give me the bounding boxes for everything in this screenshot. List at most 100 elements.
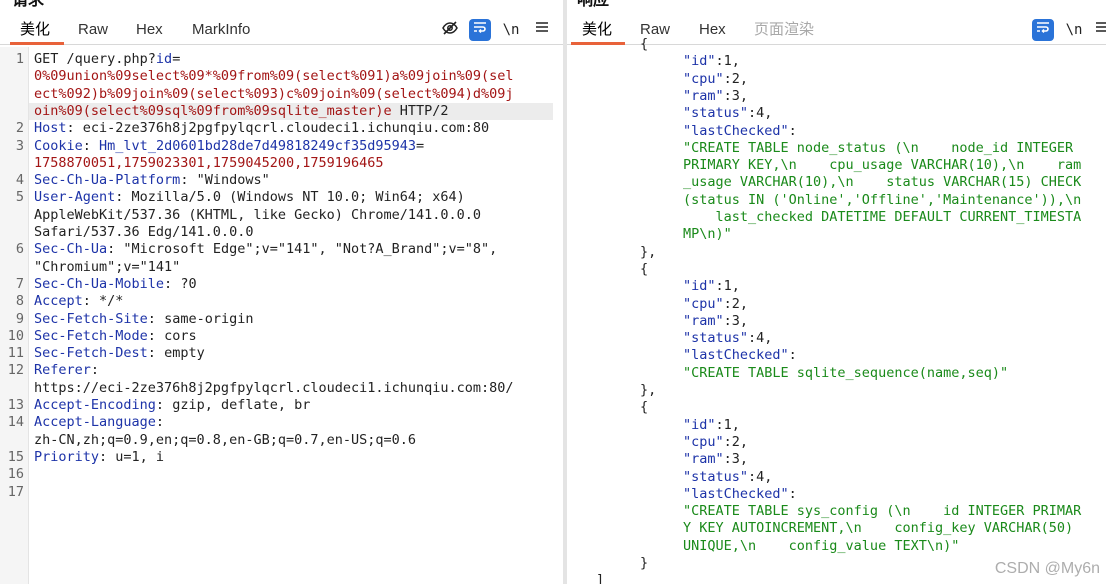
json-key: "status": [683, 468, 749, 485]
header-name: Sec-Ch-Ua-Mobile: [34, 275, 165, 292]
header-name: Sec-Ch-Ua: [34, 241, 108, 258]
json-string: (status IN ('Online','Offline','Maintena…: [683, 191, 1082, 208]
json-key: "ram": [683, 451, 724, 468]
json-key: "ram": [683, 312, 724, 329]
header-value: same-origin: [164, 310, 254, 327]
response-line: Y KEY AUTOINCREMENT,\n config_key VARCHA…: [683, 520, 1073, 537]
response-line: "CREATE TABLE sys_config (\n id INTEGER …: [683, 503, 1081, 520]
response-line: {: [640, 261, 648, 278]
response-line: "cpu":2,: [683, 296, 748, 313]
response-line: "CREATE TABLE node_status (\n node_id IN…: [683, 140, 1073, 157]
header-name: Priority: [34, 448, 100, 465]
tab-markinfo[interactable]: MarkInfo: [192, 20, 250, 40]
header-name: Accept: [34, 293, 83, 310]
response-editor[interactable]: {"id":1, "cpu":2, "ram":3, "status":4, "last…: [567, 36, 1106, 584]
json-key: "status": [683, 105, 749, 122]
separator: :: [155, 397, 173, 413]
separator: :: [723, 295, 732, 312]
response-line: PRIMARY KEY,\n cpu_usage VARCHAR(10),\n …: [683, 157, 1081, 174]
response-line: },: [640, 382, 656, 399]
line-number: 10: [7, 327, 24, 344]
line-text: Safari/537.36 Edg/141.0.0.0: [34, 224, 254, 240]
tab-pretty[interactable]: 美化: [20, 20, 50, 40]
json-key: "id": [683, 416, 716, 433]
tab-render[interactable]: 页面渲染: [754, 20, 814, 40]
line-text: HTTP/2: [391, 102, 449, 119]
menu-icon[interactable]: [531, 19, 553, 41]
request-line: AppleWebKit/537.36 (KHTML, like Gecko) C…: [34, 207, 553, 224]
eye-off-icon[interactable]: [439, 19, 461, 41]
separator: :: [107, 241, 124, 258]
request-line: Sec-Fetch-Mode: cors: [34, 328, 553, 345]
json-key: "lastChecked": [683, 485, 789, 502]
tab-pretty[interactable]: 美化: [582, 20, 612, 40]
param-value: 1758870051,1759023301,1759045200,1759196…: [34, 154, 384, 171]
response-line: "status":4,: [683, 105, 772, 122]
punctuation: }: [640, 555, 649, 571]
header-value: gzip, deflate, br: [172, 397, 311, 413]
header-name: Sec-Ch-Ua-Platform: [34, 172, 181, 189]
header-value: u=1, i: [115, 448, 165, 465]
request-pane: 请求 美化 Raw Hex MarkInfo \n 1 2 3 4 5 6 7 8 9 10 11 1…: [0, 0, 563, 584]
header-value: cors: [164, 327, 197, 344]
response-line: (status IN ('Online','Offline','Maintena…: [683, 192, 1081, 209]
request-line: Sec-Ch-Ua-Platform: "Windows": [34, 172, 553, 189]
json-key: "cpu": [683, 70, 724, 87]
menu-icon[interactable]: [1091, 19, 1106, 41]
separator: :: [723, 87, 732, 104]
request-line: ect%092)b%09join%09(select%093)c%09join%…: [34, 86, 553, 103]
json-string: PRIMARY KEY,\n cpu_usage VARCHAR(10),\n …: [683, 157, 1082, 174]
wrap-icon[interactable]: [469, 19, 491, 41]
request-line: Priority: u=1, i: [34, 449, 553, 466]
response-line: {: [640, 399, 648, 416]
request-line: zh-CN,zh;q=0.9,en;q=0.8,en-GB;q=0.7,en-U…: [34, 432, 553, 449]
newline-icon[interactable]: \n: [1063, 19, 1085, 41]
response-line: "lastChecked":: [683, 486, 797, 503]
request-line: Host: eci-2ze376h8j2pgfpylqcrl.cloudeci1…: [34, 120, 553, 137]
tab-hex[interactable]: Hex: [699, 20, 726, 40]
header-value: */*: [99, 293, 124, 310]
wrap-icon[interactable]: [1032, 19, 1054, 41]
operator: =: [416, 137, 425, 154]
request-editor[interactable]: 1 2 3 4 5 6 7 8 9 10 11 12 13 14 15 16 17 GET /query.php?…: [0, 47, 563, 584]
json-string: MP\n)": [683, 226, 732, 243]
request-line: Sec-Ch-Ua: "Microsoft Edge";v="141", "No…: [34, 241, 553, 258]
json-key: "cpu": [683, 295, 724, 312]
line-number: 15: [7, 448, 24, 465]
punctuation: },: [640, 382, 657, 398]
line-number: 4: [15, 172, 24, 189]
request-line: "Chromium";v="141": [34, 259, 553, 276]
separator: :: [99, 448, 116, 465]
header-value: eci-2ze376h8j2pgfpylqcrl.cloudeci1.ichun…: [82, 120, 490, 137]
separator: :: [155, 414, 173, 431]
tab-hex[interactable]: Hex: [136, 20, 163, 40]
json-string: "CREATE TABLE sqlite_sequence(name,seq)": [683, 364, 1009, 381]
request-line: Accept-Encoding: gzip, deflate, br: [34, 397, 553, 414]
tab-raw[interactable]: Raw: [78, 20, 108, 40]
header-value: "Microsoft Edge";v="141", "Not?A_Brand";…: [123, 241, 498, 258]
punctuation: {: [640, 399, 649, 416]
separator: :: [82, 293, 100, 310]
json-string: "CREATE TABLE node_status (\n node_id IN…: [683, 139, 1074, 156]
response-line: {: [640, 36, 648, 53]
json-string: UNIQUE,\n config_value TEXT\n)": [683, 537, 960, 554]
request-title: 请求: [12, 0, 45, 9]
json-value: 4,: [756, 105, 773, 122]
response-line: "ram":3,: [683, 451, 748, 468]
json-value: 2,: [731, 433, 749, 450]
json-value: 1,: [723, 53, 740, 70]
response-line: "ram":3,: [683, 313, 748, 330]
newline-icon[interactable]: \n: [500, 19, 522, 41]
response-line: "status":4,: [683, 330, 772, 347]
line-number: 5: [15, 189, 24, 206]
active-tab-underline: [10, 42, 64, 45]
header-value: "Windows": [196, 172, 270, 189]
request-line: Cookie: Hm_lvt_2d0601bd28de7d49818249cf3…: [34, 138, 553, 155]
request-line: 0%09union%09select%09*%09from%09(select%…: [34, 68, 553, 85]
response-line: _usage VARCHAR(10),\n status VARCHAR(15)…: [683, 174, 1081, 191]
header-value: ?0: [180, 275, 197, 292]
json-value: 3,: [731, 312, 749, 329]
separator: :: [164, 275, 181, 292]
response-pane: 响应 美化 Raw Hex 页面渲染 \n {"id":1, "cpu":2, "r…: [567, 0, 1106, 584]
json-string: "CREATE TABLE sys_config (\n id INTEGER …: [683, 503, 1082, 520]
